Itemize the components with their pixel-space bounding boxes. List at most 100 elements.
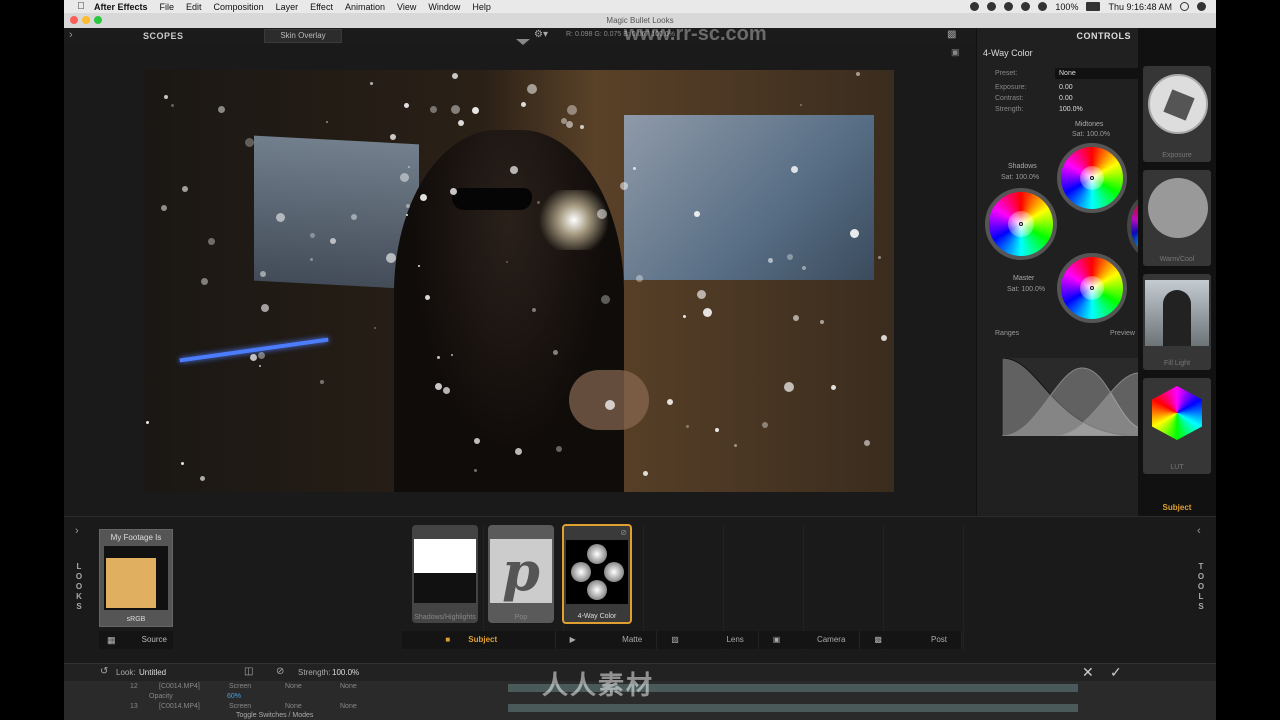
midtones-wheel-puck[interactable] [1090,176,1094,180]
snow-particle [430,106,437,113]
snow-particle [864,440,870,446]
source-card-title: My Footage Is [110,533,162,542]
preset-label: Preset: [995,70,1018,77]
toggle-switches-modes[interactable]: Toggle Switches / Modes [236,712,313,719]
strength-value[interactable]: 100.0% [332,668,359,677]
snow-particle [218,106,225,113]
menubar-status-area: 100% Thu 9:16:48 AM [970,2,1216,12]
spotlight-icon[interactable] [1180,2,1189,11]
master-color-wheel[interactable] [1057,253,1127,323]
shadows-wheel-puck[interactable] [1019,222,1023,226]
wifi-icon[interactable] [1021,2,1031,11]
camera-icon: ▣ [772,635,781,644]
collapse-tools-icon[interactable]: ‹ [1197,525,1201,537]
tool-lut[interactable]: LUT [1143,378,1211,474]
layer-trkmat[interactable]: None [285,683,302,690]
snapshot-camera-icon[interactable]: ▣ [951,47,960,58]
category-matte-label: Matte [622,635,643,644]
category-matte[interactable]: ▶ Matte [556,631,658,649]
preview-label[interactable]: Preview [1110,330,1135,337]
menu-view[interactable]: View [391,2,422,12]
tools-category-subject[interactable]: Subject [1138,503,1216,512]
layer-mode[interactable]: Screen [229,703,251,710]
preset-dropdown[interactable]: None [1055,68,1139,79]
remove-tool-icon[interactable]: ⊘ [620,528,627,537]
tool-exposure[interactable]: Exposure [1143,66,1211,162]
tool-warm-cool[interactable]: Warm/Cool [1143,170,1211,266]
window-zoom-button[interactable] [94,16,102,24]
tool-exposure-label: Exposure [1162,152,1192,159]
master-wheel-puck[interactable] [1090,286,1094,290]
snow-particle [506,261,508,263]
midtones-color-wheel[interactable] [1057,143,1127,213]
snow-particle [390,134,396,140]
chain-tool-shadows-highlights[interactable]: Shadows/Highlights [412,525,478,623]
menu-layer[interactable]: Layer [270,2,305,12]
cancel-x-icon[interactable]: ✕ [1082,664,1094,681]
category-subject[interactable]: ■ Subject [402,631,556,649]
layer-parent[interactable]: None [340,703,357,710]
layer-mode[interactable]: Screen [229,683,251,690]
disable-icon[interactable]: ⊘ [276,666,284,677]
reset-icon[interactable]: ↺ [100,666,108,677]
chain-tool-4-way-color[interactable]: ⊘ 4-Way Color [562,524,632,624]
snow-particle [556,446,562,452]
menu-app-name[interactable]: After Effects [88,2,154,12]
menubar-clock[interactable]: Thu 9:16:48 AM [1108,2,1172,12]
snow-particle [850,229,859,238]
source-color-space: sRGB [126,616,146,623]
exposure-value[interactable]: 0.00 [1059,84,1073,91]
snow-particle [474,438,480,444]
category-camera[interactable]: ▣ Camera [759,631,861,649]
looks-side-label[interactable]: L O O K S [74,562,84,612]
ranges-graph[interactable] [1002,358,1139,436]
category-post[interactable]: ▩ Post [860,631,963,649]
notification-center-icon[interactable] [1197,2,1206,11]
source-tab[interactable]: ▦ Source [99,631,173,649]
menu-file[interactable]: File [154,2,181,12]
midtones-sat: Sat: 100.0% [1072,131,1111,138]
creative-cloud-icon[interactable] [987,2,997,11]
tools-side-label[interactable]: T O O L S [1196,562,1206,612]
source-footage-card[interactable]: My Footage Is sRGB [99,529,173,627]
menu-edit[interactable]: Edit [180,2,208,12]
skin-overlay-button[interactable]: Skin Overlay [264,29,342,43]
screen-icon[interactable]: ▩ [947,29,956,40]
snow-particle [259,365,261,367]
menu-effect[interactable]: Effect [304,2,339,12]
battery-icon[interactable] [1086,2,1101,11]
layer-parent[interactable]: None [340,683,357,690]
matte-icon: ▶ [569,635,576,644]
window-minimize-button[interactable] [82,16,90,24]
dropbox-icon[interactable] [1004,2,1014,11]
menu-animation[interactable]: Animation [339,2,391,12]
snow-particle [553,350,558,355]
record-icon[interactable] [970,2,980,11]
strength-value[interactable]: 100.0% [1059,106,1083,113]
snow-particle [260,271,266,277]
gear-icon[interactable]: ⚙▾ [534,29,548,40]
look-name[interactable]: Untitled [139,668,166,677]
tool-fill-light[interactable]: Fill Light [1143,274,1211,370]
magic-bullet-looks-window: Magic Bullet Looks › SCOPES Skin Overlay… [64,13,1216,720]
menu-window[interactable]: Window [422,2,466,12]
menu-help[interactable]: Help [466,2,497,12]
menu-composition[interactable]: Composition [208,2,270,12]
save-look-icon[interactable]: ◫ [244,666,253,677]
opacity-value[interactable]: 60% [227,693,241,700]
window-close-button[interactable] [70,16,78,24]
layer-trkmat[interactable]: None [285,703,302,710]
chain-tool-pop[interactable]: p Pop [488,525,554,623]
shadows-highlights-thumb-bottom [414,573,476,603]
apply-check-icon[interactable]: ✓ [1110,664,1122,681]
apple-icon[interactable]:  [74,1,88,12]
category-post-label: Post [931,635,948,644]
snow-particle [878,256,881,259]
shadows-color-wheel[interactable] [985,188,1057,260]
contrast-value[interactable]: 0.00 [1059,95,1073,102]
expand-looks-icon[interactable]: › [75,525,79,537]
layer-duration-bar[interactable] [508,704,1078,712]
volume-icon[interactable] [1038,2,1048,11]
expand-scopes-icon[interactable]: › [69,29,73,41]
category-lens[interactable]: ▨ Lens [657,631,759,649]
